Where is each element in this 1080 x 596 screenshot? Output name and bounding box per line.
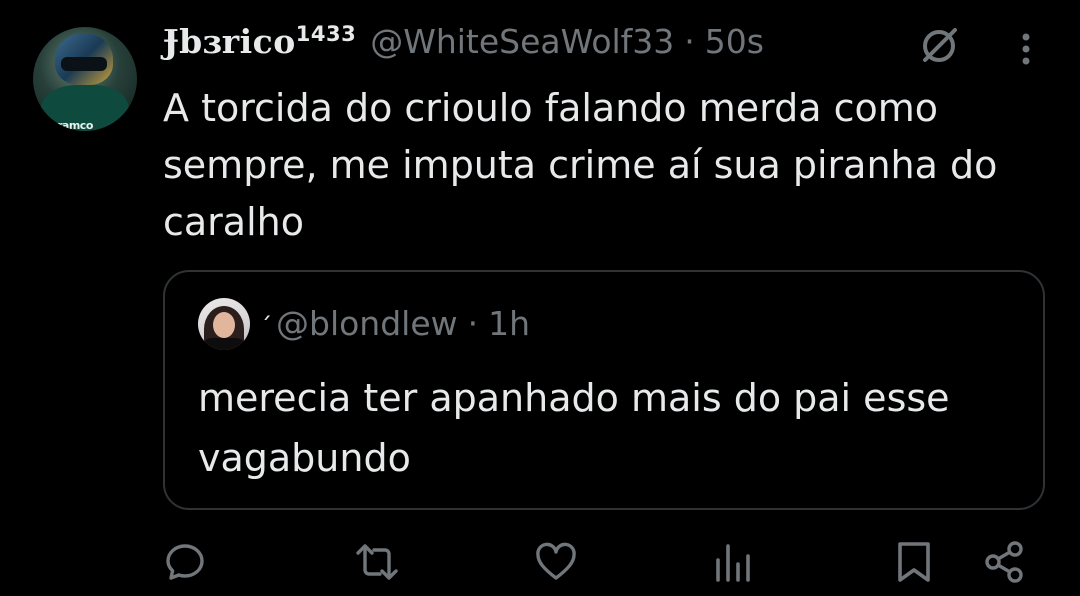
quoted-timestamp[interactable]: 1h — [488, 304, 530, 343]
display-name-suffix: 1433 — [295, 22, 357, 46]
quoted-handle[interactable]: @blondlew — [276, 304, 458, 343]
analytics-icon[interactable] — [712, 540, 760, 588]
display-name[interactable]: Ɉbɜrico1433 — [163, 22, 356, 61]
quoted-tweet[interactable]: ˊ @blondlew · 1h merecia ter apanhado ma… — [163, 270, 1045, 510]
grok-slash-icon[interactable] — [917, 24, 961, 68]
tweet-text: A torcida do crioulo falando merda como … — [163, 86, 998, 244]
tweet-header: Ɉbɜrico1433 @WhiteSeaWolf33 · 50s — [163, 22, 764, 72]
more-vertical-icon[interactable] — [1012, 30, 1040, 68]
author-avatar[interactable]: ramco — [33, 27, 137, 131]
avatar-visor — [61, 57, 107, 71]
action-bar — [0, 540, 1080, 590]
quoted-header: ˊ @blondlew · 1h — [260, 304, 530, 343]
share-icon[interactable] — [982, 540, 1030, 588]
quoted-text: merecia ter apanhado mais do pai esse va… — [198, 376, 950, 480]
quoted-display-name[interactable]: ˊ — [260, 313, 272, 341]
quoted-avatar-body — [202, 338, 246, 350]
reply-icon[interactable] — [163, 540, 211, 588]
quoted-avatar-face — [213, 312, 235, 338]
separator-dot: · — [684, 22, 695, 61]
author-handle[interactable]: @WhiteSeaWolf33 — [370, 22, 674, 61]
avatar-suit-text: ramco — [57, 119, 93, 131]
quoted-author-avatar[interactable] — [198, 298, 250, 350]
bookmark-icon[interactable] — [892, 540, 940, 588]
retweet-icon[interactable] — [355, 540, 403, 588]
timestamp[interactable]: 50s — [705, 22, 764, 61]
heart-icon[interactable] — [534, 540, 582, 588]
quoted-separator-dot: · — [467, 304, 479, 343]
